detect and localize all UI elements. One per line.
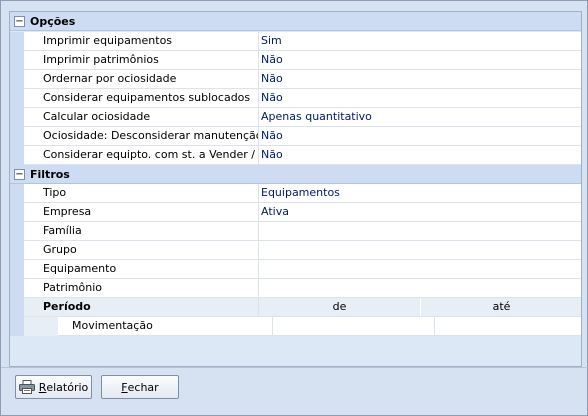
property-grid: − Opções Imprimir equipamentos Sim Impri… — [9, 11, 582, 367]
property-label: Ociosidade: Desconsiderar manutenção — [24, 127, 259, 146]
property-row[interactable]: Família — [10, 222, 581, 241]
property-value[interactable] — [259, 241, 581, 260]
property-value[interactable]: Apenas quantitativo — [259, 108, 581, 127]
property-row[interactable]: Imprimir equipamentos Sim — [10, 32, 581, 51]
property-value[interactable]: Não — [259, 146, 581, 165]
property-row[interactable]: Ordernar por ociosidade Não — [10, 70, 581, 89]
property-row[interactable]: Empresa Ativa — [10, 203, 581, 222]
property-label: Calcular ociosidade — [24, 108, 259, 127]
property-label: Imprimir equipamentos — [24, 32, 259, 51]
property-value[interactable]: Não — [259, 51, 581, 70]
period-from-header: de — [259, 298, 421, 317]
movement-row[interactable]: Movimentação — [10, 317, 581, 336]
movement-label: Movimentação — [58, 317, 273, 336]
property-label: Grupo — [24, 241, 259, 260]
category-options[interactable]: − Opções — [10, 12, 581, 31]
report-options-window: − Opções Imprimir equipamentos Sim Impri… — [0, 0, 588, 416]
property-row[interactable]: Grupo — [10, 241, 581, 260]
category-title: Filtros — [30, 167, 70, 181]
property-value[interactable]: Sim — [259, 32, 581, 51]
property-label: Ordernar por ociosidade — [24, 70, 259, 89]
printer-icon — [18, 380, 35, 394]
close-button-label: echar — [127, 380, 159, 394]
property-value[interactable]: Não — [259, 70, 581, 89]
property-value[interactable] — [259, 222, 581, 241]
property-label: Empresa — [24, 203, 259, 222]
property-row[interactable]: Imprimir patrimônios Não — [10, 51, 581, 70]
divider — [1, 367, 588, 368]
close-button[interactable]: Fechar — [101, 375, 179, 399]
property-value[interactable]: Ativa — [259, 203, 581, 222]
property-row[interactable]: Considerar equipto. com st. a Vender / S… — [10, 146, 581, 165]
property-value[interactable] — [259, 260, 581, 279]
property-value[interactable]: Não — [259, 127, 581, 146]
property-row[interactable]: Considerar equipamentos sublocados Não — [10, 89, 581, 108]
property-label: Considerar equipamentos sublocados — [24, 89, 259, 108]
property-row[interactable]: Calcular ociosidade Apenas quantitativo — [10, 108, 581, 127]
property-row[interactable]: Equipamento — [10, 260, 581, 279]
property-row[interactable]: Ociosidade: Desconsiderar manutenção Não — [10, 127, 581, 146]
period-to-header: até — [421, 298, 581, 317]
collapse-icon[interactable]: − — [14, 15, 25, 27]
property-value[interactable] — [259, 279, 581, 298]
category-title: Opções — [30, 14, 76, 28]
movement-to-field[interactable] — [435, 317, 581, 336]
movement-from-field[interactable] — [273, 317, 435, 336]
property-label: Equipamento — [24, 260, 259, 279]
collapse-icon[interactable]: − — [14, 168, 25, 180]
property-value[interactable]: Equipamentos — [259, 184, 581, 203]
property-label: Imprimir patrimônios — [24, 51, 259, 70]
property-row[interactable]: Patrimônio — [10, 279, 581, 298]
property-row[interactable]: Tipo Equipamentos — [10, 184, 581, 203]
report-button-label: elatório — [46, 380, 89, 394]
period-label: Período — [24, 298, 259, 317]
property-value[interactable]: Não — [259, 89, 581, 108]
category-filters[interactable]: − Filtros — [10, 165, 581, 184]
property-label: Família — [24, 222, 259, 241]
period-header-row: Período de até — [10, 298, 581, 317]
report-button[interactable]: Relatório — [15, 375, 92, 399]
property-label: Patrimônio — [24, 279, 259, 298]
property-label: Considerar equipto. com st. a Vender / S… — [24, 146, 259, 165]
property-label: Tipo — [24, 184, 259, 203]
report-button-mnemonic: R — [38, 380, 47, 394]
